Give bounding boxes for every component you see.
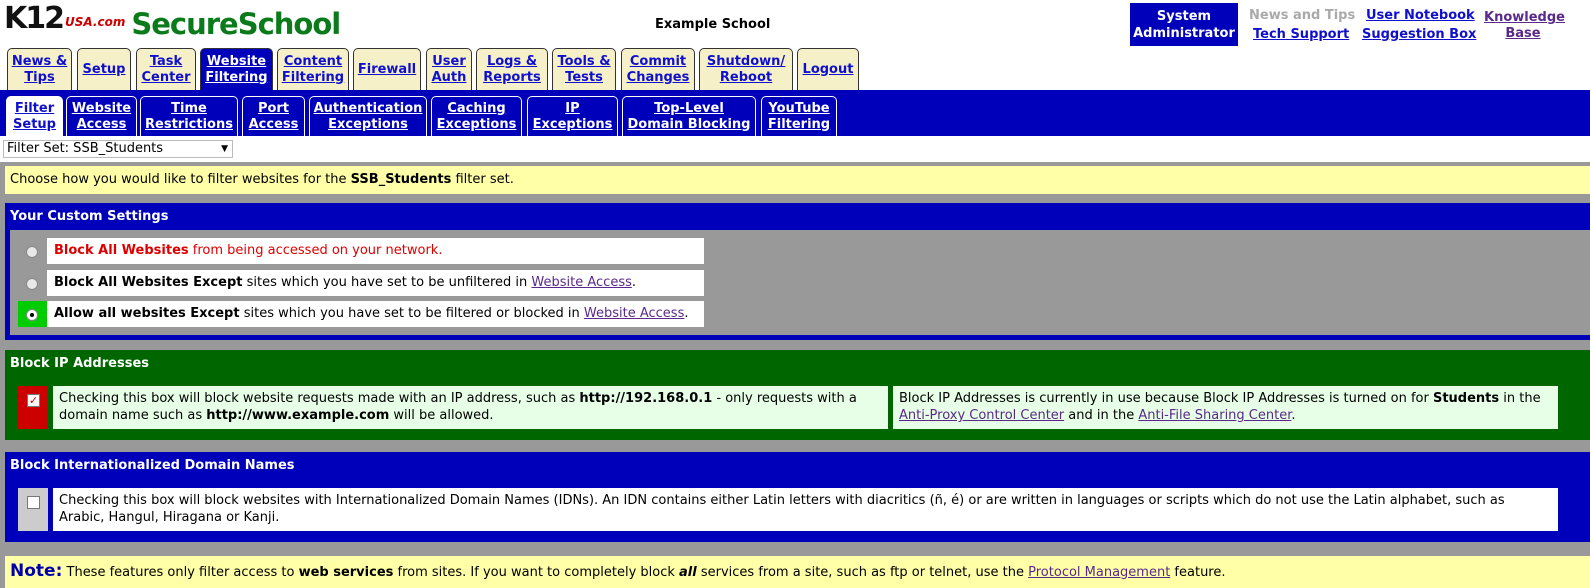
option-allow-all-except: Allow all websites Except sites which yo… (47, 301, 704, 327)
k12-logo[interactable]: K12 USA.com SecureSchool (4, 1, 341, 43)
user-role-badge: System Administrator (1130, 3, 1238, 46)
tab-website-filtering[interactable]: Website Filtering (200, 48, 273, 90)
logo-brand: SecureSchool (131, 7, 341, 41)
tech-support-link[interactable]: Tech Support (1253, 27, 1349, 42)
radio-allow-all-except[interactable] (26, 309, 38, 321)
sub-nav-bar: Filter Setup Website Access Time Restrictio… (0, 90, 1590, 136)
chevron-down-icon: ▼ (221, 144, 228, 154)
tab-news-tips[interactable]: News & Tips (7, 48, 72, 90)
block-idn-heading: Block Internationalized Domain Names (5, 452, 1590, 479)
tab-shutdown-reboot[interactable]: Shutdown/Reboot (699, 48, 793, 90)
note-banner: Note: These features only filter access … (5, 556, 1590, 588)
anti-proxy-link[interactable]: Anti-Proxy Control Center (899, 408, 1064, 423)
subtab-filter-setup[interactable]: Filter Setup (6, 96, 63, 136)
tab-logs-reports[interactable]: Logs & Reports (476, 48, 548, 90)
subtab-website-access[interactable]: Website Access (66, 96, 137, 136)
subtab-youtube-filtering[interactable]: YouTube Filtering (761, 96, 837, 136)
tab-logout[interactable]: Logout (797, 48, 859, 90)
protocol-management-link[interactable]: Protocol Management (1028, 565, 1170, 580)
main-nav-tabs: News & Tips Setup Task Center Website Filte… (0, 48, 1590, 90)
block-ip-status: Block IP Addresses is currently in use b… (893, 386, 1558, 429)
subtab-top-level-domain-blocking[interactable]: Top-Level Domain Blocking (622, 96, 756, 136)
tab-commit-changes[interactable]: Commit Changes (621, 48, 695, 90)
suggestion-box-link[interactable]: Suggestion Box (1362, 27, 1476, 42)
tab-setup[interactable]: Setup (77, 48, 131, 90)
intro-banner: Choose how you would like to filter webs… (5, 166, 1590, 194)
header: K12 USA.com SecureSchool Example School S… (0, 0, 1590, 50)
subtab-port-access[interactable]: Port Access (242, 96, 305, 136)
news-and-tips-link: News and Tips (1249, 8, 1356, 23)
tab-firewall[interactable]: Firewall (353, 48, 421, 90)
school-name: Example School (655, 17, 771, 32)
website-access-link[interactable]: Website Access (584, 306, 684, 321)
block-ip-heading: Block IP Addresses (5, 350, 1590, 377)
option-block-all-except: Block All Websites Except sites which yo… (47, 270, 704, 296)
block-idn-checkbox[interactable] (27, 496, 40, 509)
block-ip-checkbox[interactable]: ✓ (27, 394, 40, 407)
block-ip-description: Checking this box will block website req… (53, 386, 888, 429)
tab-tools-tests[interactable]: Tools & Tests (552, 48, 616, 90)
tab-content-filtering[interactable]: Content Filtering (277, 48, 349, 90)
block-idn-checkbox-cell (18, 488, 48, 531)
subtab-time-restrictions[interactable]: Time Restrictions (140, 96, 238, 136)
block-idn-description: Checking this box will block websites wi… (53, 488, 1558, 531)
tab-task-center[interactable]: Task Center (136, 48, 196, 90)
user-notebook-link[interactable]: User Notebook (1366, 8, 1475, 23)
anti-file-sharing-link[interactable]: Anti-File Sharing Center (1138, 408, 1291, 423)
knowledge-base-link[interactable]: Knowledge Base (1484, 10, 1565, 42)
option-block-all: Block All Websites from being accessed o… (47, 238, 704, 264)
custom-settings-heading: Your Custom Settings (5, 203, 1590, 230)
subtab-caching-exceptions[interactable]: Caching Exceptions (431, 96, 522, 136)
subtab-authentication-exceptions[interactable]: Authentication Exceptions (309, 96, 427, 136)
block-ip-checkbox-cell: ✓ (18, 386, 48, 429)
filter-set-select[interactable]: Filter Set: SSB_Students ▼ (3, 140, 233, 158)
radio-block-all[interactable] (26, 246, 38, 258)
subtab-ip-exceptions[interactable]: IP Exceptions (527, 96, 618, 136)
logo-k12: K12 USA.com (4, 1, 126, 36)
radio-block-all-except[interactable] (26, 278, 38, 290)
tab-user-auth[interactable]: User Auth (426, 48, 472, 90)
website-access-link[interactable]: Website Access (531, 275, 631, 290)
